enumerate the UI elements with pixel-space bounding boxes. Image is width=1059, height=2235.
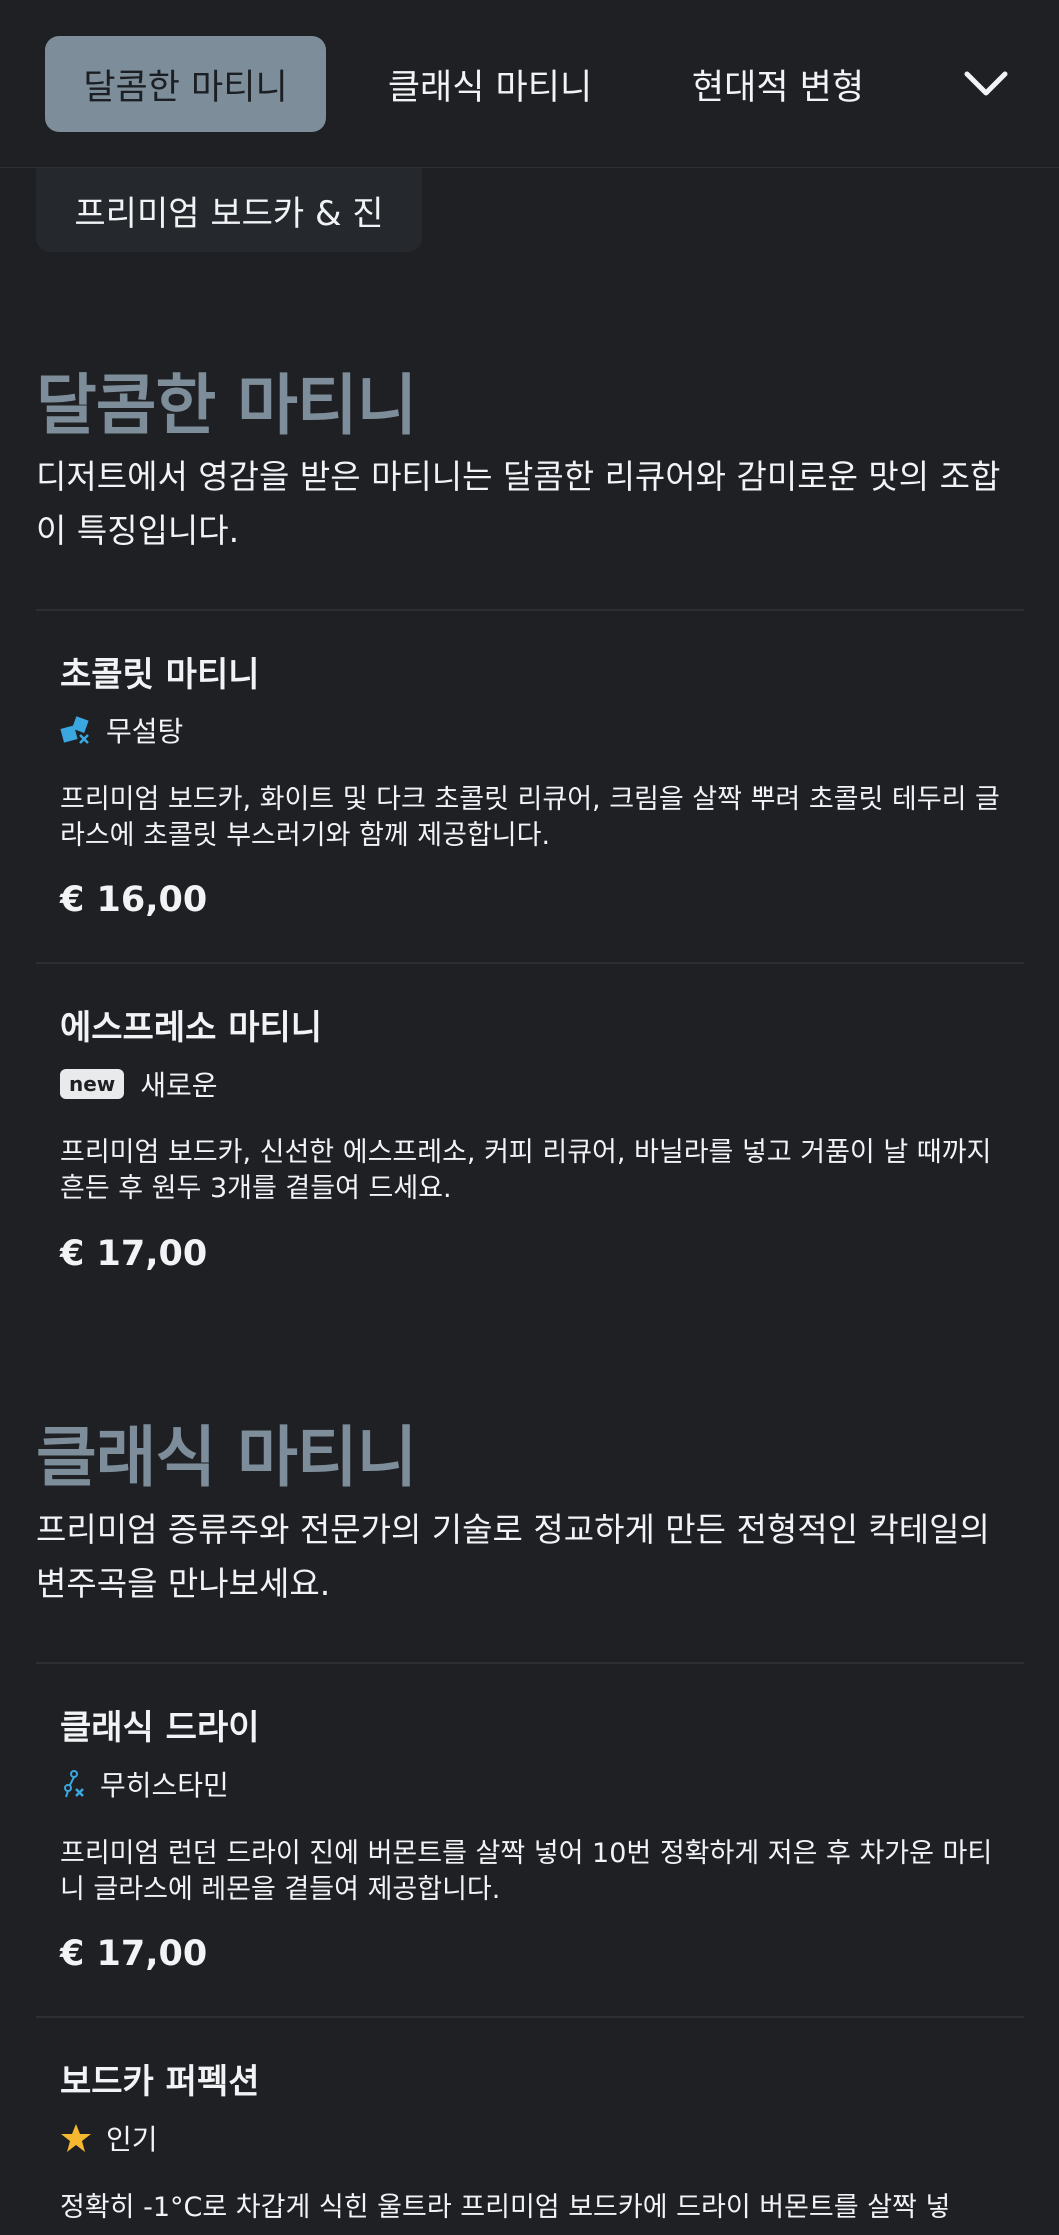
menu-item-description: 프리미엄 보드카, 화이트 및 다크 초콜릿 리큐어, 크림을 살짝 뿌려 초콜… [60,784,1000,851]
new-pill: new [60,1069,125,1099]
section-description: 프리미엄 증류주와 전문가의 기술로 정교하게 만든 전형적인 칵테일의 변주곡… [36,1510,990,1603]
menu-item-name[interactable]: 에스프레소 마티니 [60,1000,322,1049]
tab-modern-variations[interactable]: 현대적 변형 [660,36,896,132]
menu-item-name[interactable]: 초콜릿 마티니 [60,647,260,696]
tab-premium-vodka-gin[interactable]: 프리미엄 보드카 & 진 [36,168,422,252]
sugar-free-icon [60,715,92,745]
star-icon [60,2123,92,2153]
menu-item-name[interactable]: 보드카 퍼펙션 [60,2054,260,2103]
dietary-badge: 무히스타민 [60,1764,229,1804]
tab-sweet-martini[interactable]: 달콤한 마티니 [45,36,326,132]
menu-item-price: € 17,00 [60,1934,208,1974]
histamine-free-icon [60,1769,86,1799]
menu-item-description: 프리미엄 보드카, 신선한 에스프레소, 커피 리큐어, 바닐라를 넣고 거품이… [60,1137,992,1204]
menu-item-price: € 16,00 [60,880,208,920]
divider [36,962,1024,964]
dietary-badge: 무설탕 [60,710,183,750]
section-title: 달콤한 마티니 [36,367,417,444]
menu-item-name[interactable]: 클래식 드라이 [60,1700,260,1749]
badge-label: 무히스타민 [100,1769,229,1802]
badge-label: 새로운 [140,1069,218,1102]
divider [36,2016,1024,2018]
divider [36,609,1024,611]
badge-label: 인기 [106,2123,158,2156]
menu-item-description: 프리미엄 런던 드라이 진에 버몬트를 살짝 넣어 10번 정확하게 저은 후 … [60,1838,993,1905]
section-title: 클래식 마티니 [36,1419,417,1496]
new-badge: new 새로운 [60,1064,218,1104]
category-nav: 달콤한 마티니 클래식 마티니 현대적 변형 [0,0,1059,168]
chevron-down-icon[interactable] [948,52,1024,116]
section-description: 디저트에서 영감을 받은 마티니는 달콤한 리큐어와 감미로운 맛의 조합이 특… [36,457,1001,550]
divider [36,1662,1024,1664]
badge-label: 무설탕 [106,715,184,748]
menu-item-description: 정확히 -1°C로 차갑게 식힌 울트라 프리미엄 보드카에 드라이 버몬트를 … [60,2192,951,2223]
menu-item-price: € 17,00 [60,1234,208,1274]
popular-badge: 인기 [60,2118,158,2158]
tab-classic-martini[interactable]: 클래식 마티니 [360,36,620,132]
